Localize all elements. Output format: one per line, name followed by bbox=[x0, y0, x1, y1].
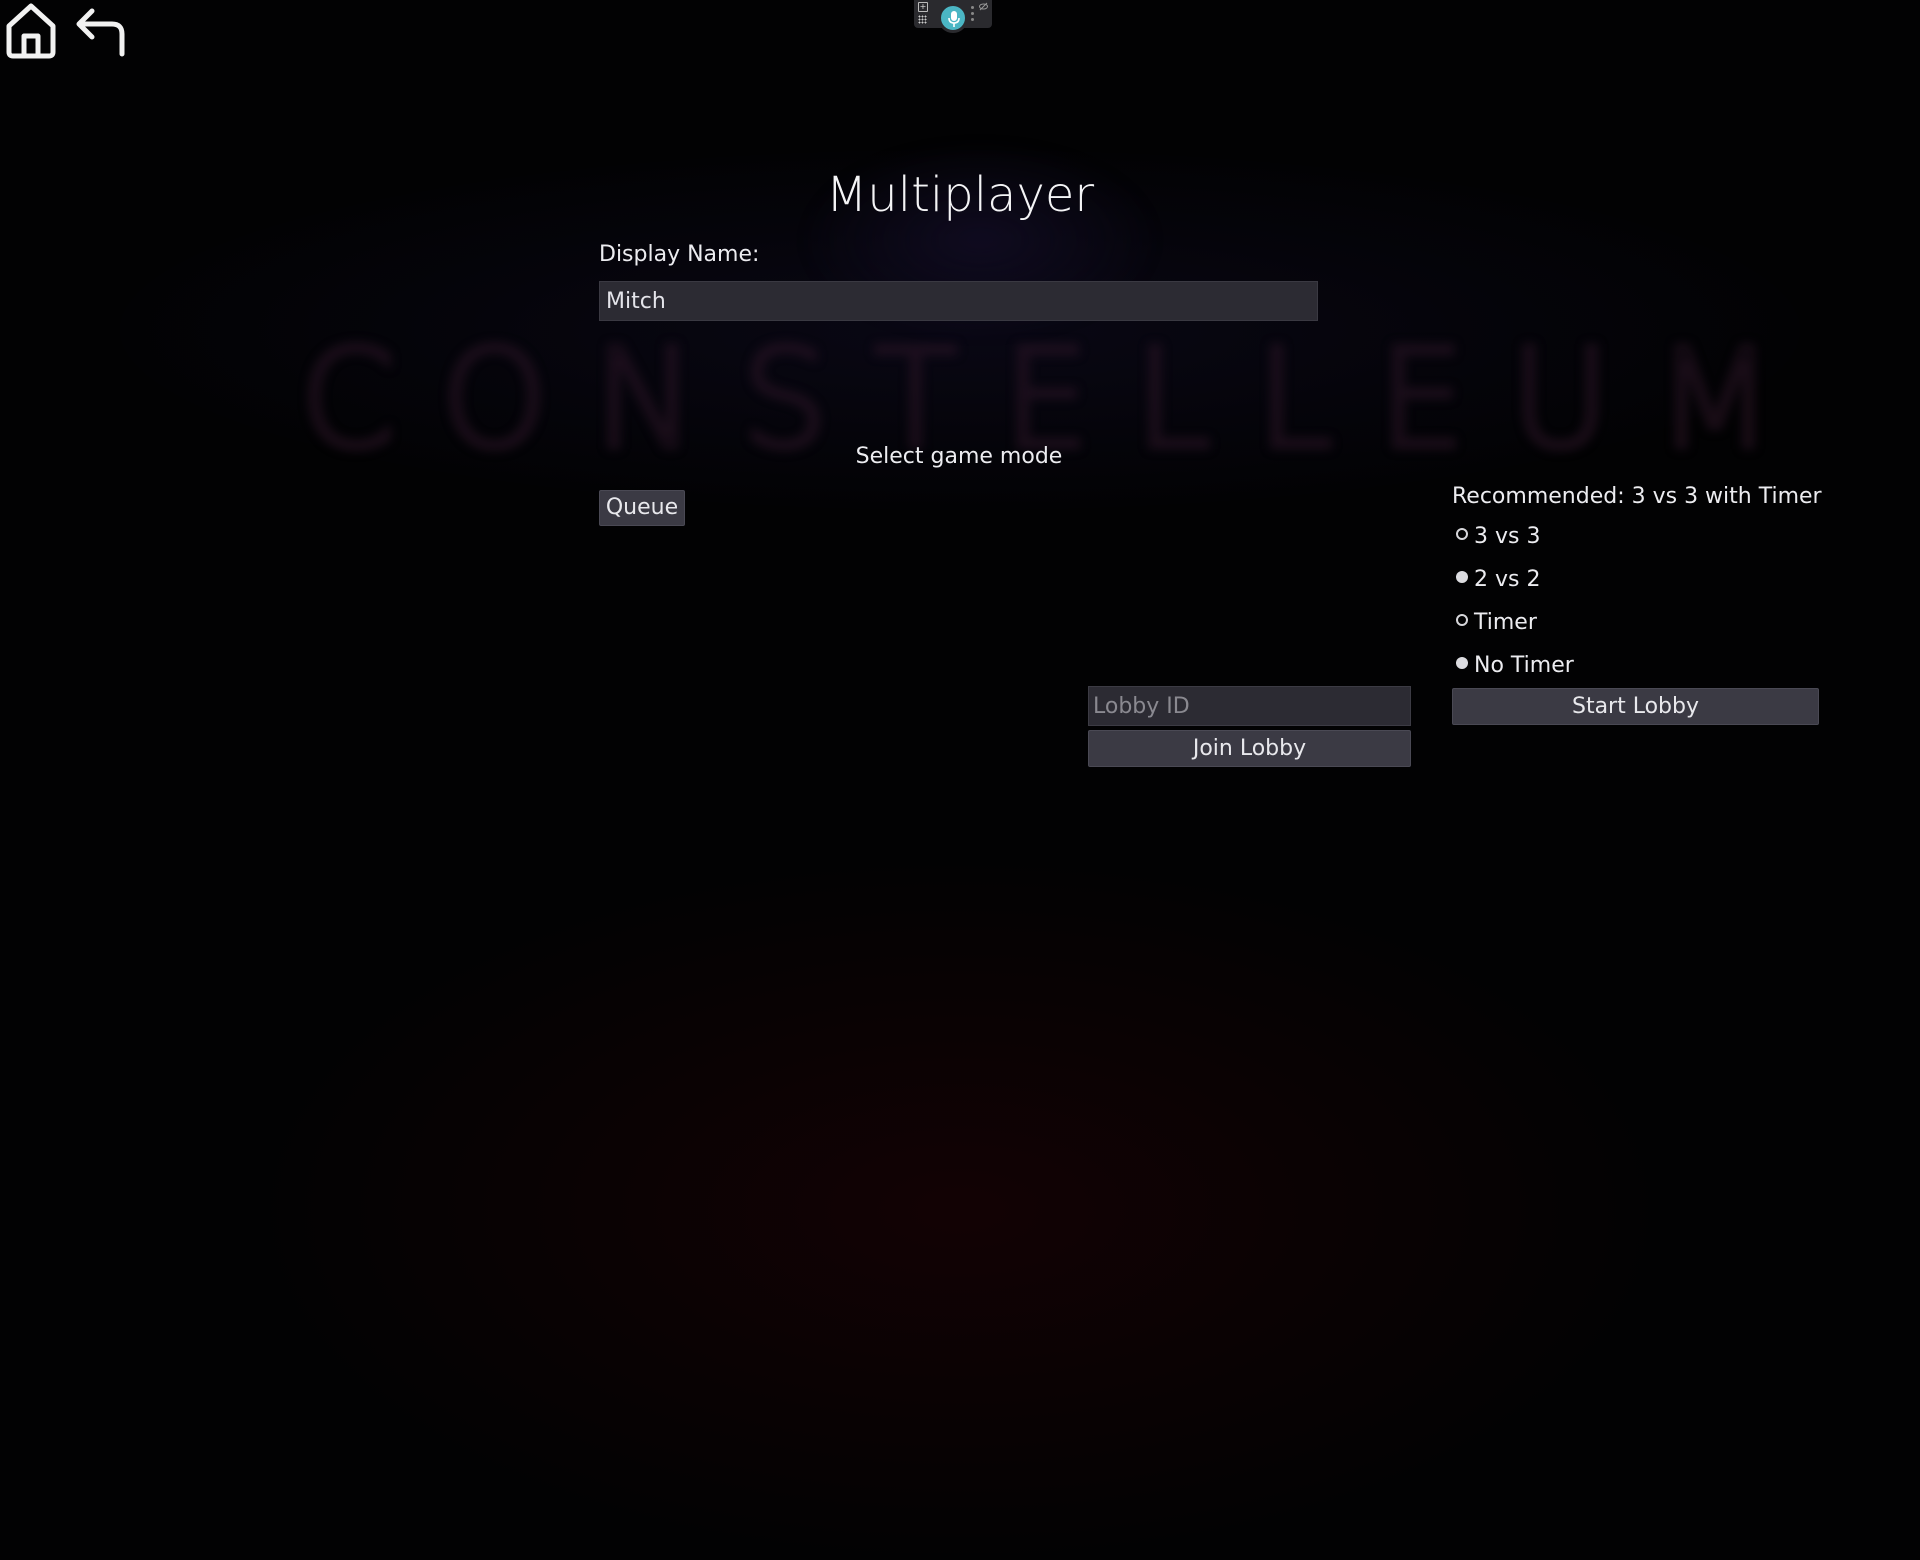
grid-icon[interactable] bbox=[918, 15, 927, 24]
radio-button-no-timer[interactable] bbox=[1456, 657, 1468, 669]
lobby-id-input[interactable] bbox=[1088, 686, 1411, 726]
queue-button[interactable]: Queue bbox=[599, 490, 685, 526]
radio-label: No Timer bbox=[1474, 652, 1574, 678]
join-lobby-button[interactable]: Join Lobby bbox=[1088, 730, 1411, 767]
volume-level-icon bbox=[971, 6, 977, 24]
plus-icon[interactable]: + bbox=[918, 2, 928, 12]
start-lobby-button[interactable]: Start Lobby bbox=[1452, 688, 1819, 725]
home-button[interactable] bbox=[4, 0, 60, 62]
select-game-mode-label: Select game mode bbox=[855, 444, 1063, 469]
back-button[interactable] bbox=[74, 0, 130, 62]
background-glow-bottom bbox=[260, 860, 1660, 1560]
home-icon bbox=[6, 3, 56, 59]
recommended-mode-text: Recommended: 3 vs 3 with Timer bbox=[1452, 484, 1822, 509]
radio-label: Timer bbox=[1474, 609, 1537, 635]
display-name-label: Display Name: bbox=[599, 242, 760, 267]
page-title: Multiplayer bbox=[825, 167, 1095, 223]
display-name-input[interactable] bbox=[599, 281, 1318, 321]
radio-2v2[interactable]: 2 vs 2 bbox=[1456, 564, 1540, 594]
radio-timer[interactable]: Timer bbox=[1456, 607, 1537, 637]
radio-label: 2 vs 2 bbox=[1474, 566, 1541, 592]
back-arrow-icon bbox=[76, 8, 125, 57]
voice-chat-widget: + bbox=[914, 0, 992, 33]
eye-off-icon[interactable] bbox=[979, 2, 988, 11]
microphone-button[interactable] bbox=[938, 3, 968, 33]
radio-button-timer[interactable] bbox=[1456, 614, 1468, 626]
radio-label: 3 vs 3 bbox=[1474, 523, 1541, 549]
radio-no-timer[interactable]: No Timer bbox=[1456, 650, 1574, 680]
microphone-icon bbox=[948, 11, 960, 27]
radio-3v3[interactable]: 3 vs 3 bbox=[1456, 521, 1540, 551]
radio-button-3v3[interactable] bbox=[1456, 528, 1468, 540]
radio-button-2v2[interactable] bbox=[1456, 571, 1468, 583]
